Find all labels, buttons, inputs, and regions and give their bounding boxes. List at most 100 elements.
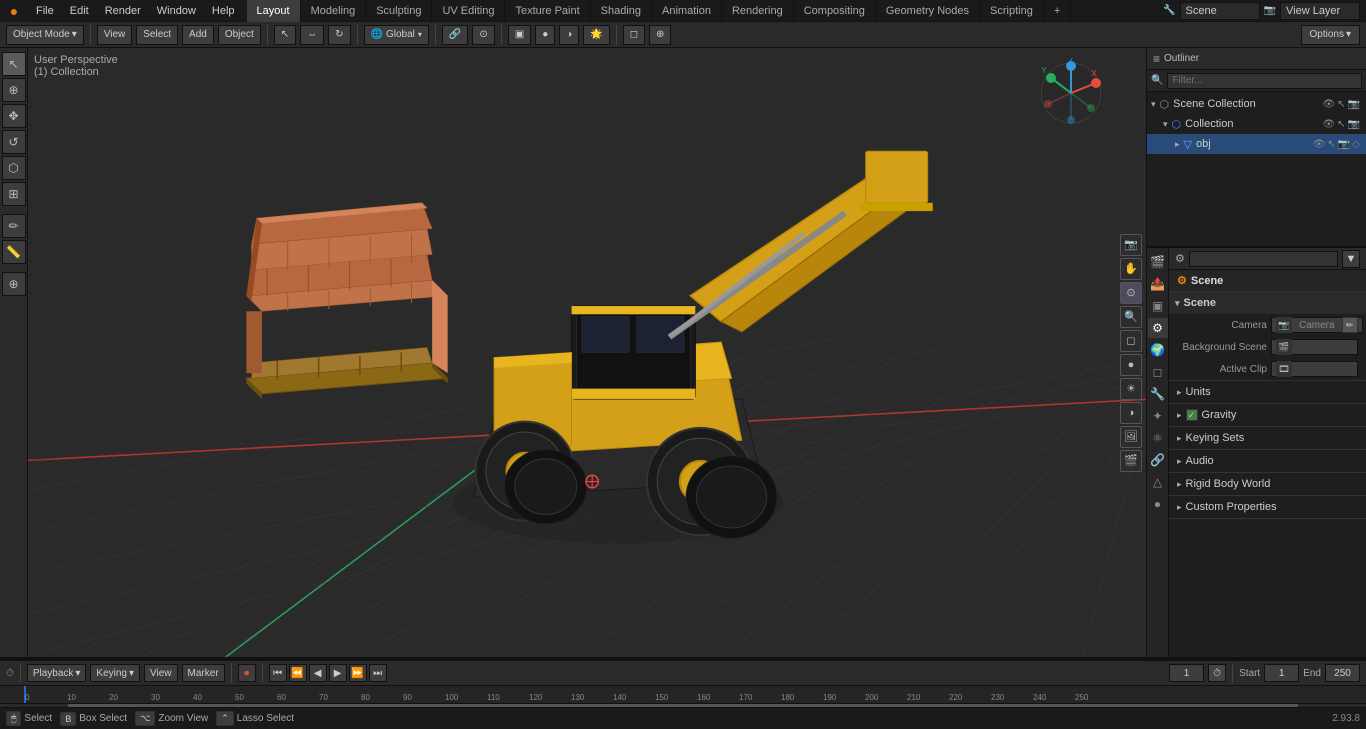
camera-field[interactable]: Camera [1296, 320, 1338, 331]
vp-tool-zoom[interactable]: 🔍 [1120, 306, 1142, 328]
overlay-icon[interactable]: ◻ [623, 25, 645, 45]
tab-add[interactable]: + [1044, 0, 1071, 22]
timeline-scrollbar[interactable] [0, 703, 1366, 707]
current-frame-input[interactable] [1169, 664, 1204, 682]
tool-add[interactable]: ⊕ [2, 272, 26, 296]
tab-sculpting[interactable]: Sculpting [366, 0, 432, 22]
shading-render[interactable]: 🌟 [583, 25, 609, 45]
next-keyframe-btn[interactable]: ⏭ [369, 664, 387, 682]
keying-sets-header[interactable]: ▸ Keying Sets [1169, 427, 1366, 449]
rigid-body-header[interactable]: ▸ Rigid Body World [1169, 473, 1366, 495]
proportional-icon[interactable]: ⊙ [472, 25, 494, 45]
marker-btn[interactable]: Marker [182, 664, 225, 682]
tool-annotate[interactable]: ✏ [2, 214, 26, 238]
end-frame-input[interactable] [1325, 664, 1360, 682]
vp-tool-material[interactable]: ◑ [1120, 402, 1142, 424]
playback-btn[interactable]: Playback ▾ [27, 664, 87, 682]
snap-icon[interactable]: 🔗 [442, 25, 468, 45]
play-btn[interactable]: ▶ [329, 664, 347, 682]
transform-icon-2[interactable]: ⇔ [300, 25, 324, 45]
props-tab-material[interactable]: ● [1148, 494, 1168, 514]
audio-header[interactable]: ▸ Audio [1169, 450, 1366, 472]
tab-modeling[interactable]: Modeling [301, 0, 367, 22]
obj-render-icon[interactable]: 📷 [1338, 139, 1350, 150]
tool-cursor[interactable]: ⊕ [2, 78, 26, 102]
tab-rendering[interactable]: Rendering [722, 0, 794, 22]
shading-solid[interactable]: ● [535, 25, 555, 45]
props-tab-viewlayer[interactable]: ▣ [1148, 296, 1168, 316]
props-tab-object[interactable]: ◻ [1148, 362, 1168, 382]
view-icon[interactable]: 👁 [1322, 99, 1335, 110]
record-btn[interactable]: ⏺ [238, 664, 256, 682]
shading-wireframe[interactable]: ▣ [508, 25, 531, 45]
vp-tool-hand[interactable]: ✋ [1120, 258, 1142, 280]
menu-edit[interactable]: Edit [62, 0, 97, 22]
obj-view-icon[interactable]: 👁 [1313, 139, 1326, 150]
view-layer-input[interactable] [1280, 2, 1360, 20]
props-tab-modifiers[interactable]: 🔧 [1148, 384, 1168, 404]
keying-btn[interactable]: Keying ▾ [90, 664, 140, 682]
props-search-input[interactable] [1189, 251, 1338, 267]
vp-tool-image[interactable]: 🖼 [1120, 426, 1142, 448]
scene-name-input[interactable] [1180, 2, 1260, 20]
vp-tool-light[interactable]: ☀ [1120, 378, 1142, 400]
props-tab-data[interactable]: △ [1148, 472, 1168, 492]
transform-icon-1[interactable]: ↖ [274, 25, 296, 45]
viewport-canvas[interactable]: User Perspective (1) Collection X Y [28, 48, 1146, 657]
menu-file[interactable]: File [28, 0, 62, 22]
outliner-item-obj[interactable]: ▸ ▽ obj 👁 ↖ 📷 ◇ [1147, 134, 1366, 154]
vp-tool-film[interactable]: 🎬 [1120, 450, 1142, 472]
object-mode-dropdown[interactable]: Object Mode ▾ [6, 25, 84, 45]
outliner-search-input[interactable] [1167, 73, 1362, 89]
transform-orientation-dropdown[interactable]: 🌐 Global ▾ [364, 25, 429, 45]
vp-tool-camera[interactable]: 📷 [1120, 234, 1142, 256]
transform-icon-3[interactable]: ↻ [328, 25, 350, 45]
playback-fps-icon[interactable]: ⏱ [1208, 664, 1226, 682]
outliner-item-scene-collection[interactable]: ▾ ⬡ Scene Collection 👁 ↖ 📷 [1147, 94, 1366, 114]
render-icon[interactable]: 📷 [1348, 99, 1360, 110]
scene-section-header[interactable]: ▾ Scene [1169, 292, 1366, 314]
tool-transform[interactable]: ⊞ [2, 182, 26, 206]
coll-render-icon[interactable]: 📷 [1348, 119, 1360, 130]
shading-material[interactable]: ◑ [559, 25, 579, 45]
props-tab-constraints[interactable]: 🔗 [1148, 450, 1168, 470]
timeline-scrollbar-thumb[interactable] [68, 704, 1297, 707]
tab-scripting[interactable]: Scripting [980, 0, 1044, 22]
tab-geometry-nodes[interactable]: Geometry Nodes [876, 0, 980, 22]
props-tab-output[interactable]: 📤 [1148, 274, 1168, 294]
tool-measure[interactable]: 📏 [2, 240, 26, 264]
vp-tool-persp[interactable]: ◻ [1120, 330, 1142, 352]
menu-window[interactable]: Window [149, 0, 204, 22]
start-frame-input[interactable] [1264, 664, 1299, 682]
tab-compositing[interactable]: Compositing [794, 0, 876, 22]
props-tab-physics[interactable]: ⚛ [1148, 428, 1168, 448]
props-filter-btn[interactable]: ▼ [1342, 250, 1360, 268]
timeline-icon[interactable]: ⏱ [6, 668, 14, 679]
add-menu[interactable]: Add [182, 25, 214, 45]
props-tab-world[interactable]: 🌍 [1148, 340, 1168, 360]
vp-tool-solid[interactable]: ● [1120, 354, 1142, 376]
view-menu[interactable]: View [97, 25, 133, 45]
tab-texture-paint[interactable]: Texture Paint [505, 0, 590, 22]
tab-uv-editing[interactable]: UV Editing [432, 0, 505, 22]
active-clip-icon-btn[interactable]: 🎞 [1276, 361, 1292, 377]
coll-view-icon[interactable]: 👁 [1322, 119, 1335, 130]
step-fwd-btn[interactable]: ⏩ [349, 664, 367, 682]
gizmo-icon[interactable]: ⊕ [649, 25, 671, 45]
options-button[interactable]: Options ▾ [1301, 25, 1361, 45]
viewport-gizmo[interactable]: X Y Z [1036, 58, 1106, 128]
jump-start-btn[interactable]: ⏮ [269, 664, 287, 682]
select-menu[interactable]: Select [136, 25, 178, 45]
tool-move[interactable]: ✥ [2, 104, 26, 128]
menu-help[interactable]: Help [204, 0, 243, 22]
step-back-btn[interactable]: ◀ [309, 664, 327, 682]
select-icon[interactable]: ↖ [1337, 99, 1345, 110]
prev-keyframe-btn[interactable]: ⏪ [289, 664, 307, 682]
tab-shading[interactable]: Shading [591, 0, 652, 22]
camera-icon-btn[interactable]: 📷 [1276, 317, 1292, 333]
coll-select-icon[interactable]: ↖ [1337, 119, 1345, 130]
obj-extra-icon[interactable]: ◇ [1352, 139, 1360, 150]
gravity-header[interactable]: ▸ ✓ Gravity [1169, 404, 1366, 426]
outliner-item-collection[interactable]: ▾ ⬡ Collection 👁 ↖ 📷 [1147, 114, 1366, 134]
menu-render[interactable]: Render [97, 0, 149, 22]
